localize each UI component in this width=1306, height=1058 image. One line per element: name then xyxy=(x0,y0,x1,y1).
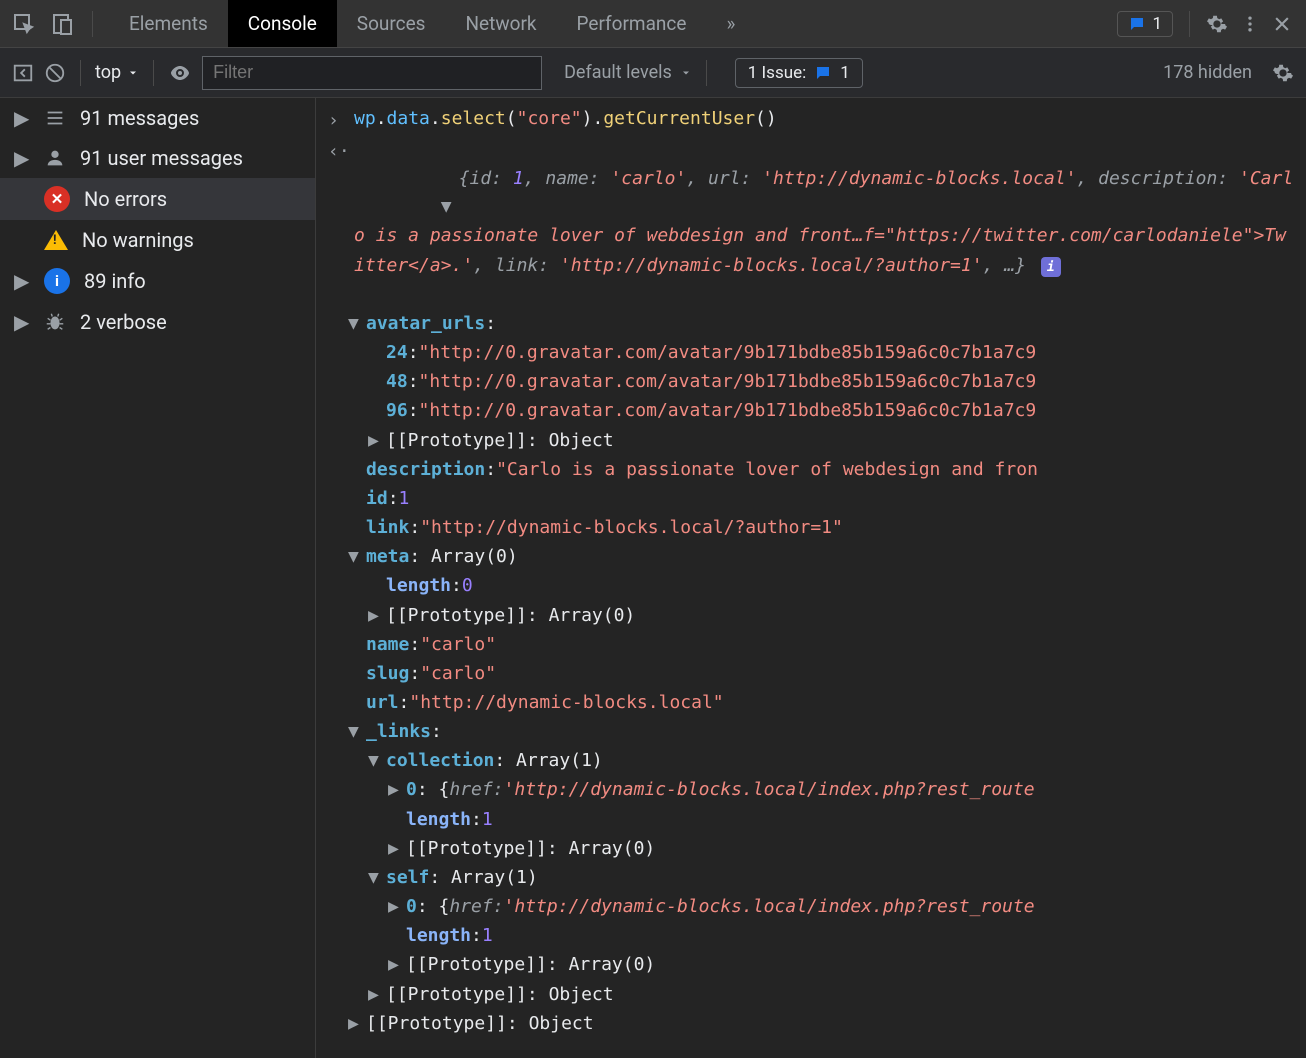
tree-row[interactable]: ▼_links: xyxy=(348,717,1306,746)
tree-row[interactable]: ▶0: {href: 'http://dynamic-blocks.local/… xyxy=(348,775,1306,804)
tree-row[interactable]: ▶[[Prototype]]: Object xyxy=(348,1009,1306,1038)
tree-row[interactable]: ▼collection: Array(1) xyxy=(348,746,1306,775)
tree-row[interactable]: url: "http://dynamic-blocks.local" xyxy=(348,688,1306,717)
tree-row[interactable]: id: 1 xyxy=(348,484,1306,513)
result-icon: ‹· xyxy=(328,135,354,309)
list-icon xyxy=(44,107,66,129)
prompt-icon: › xyxy=(328,104,354,135)
devtools-tabbar: Elements Console Sources Network Perform… xyxy=(0,0,1306,48)
live-expression-icon[interactable] xyxy=(168,61,192,85)
kebab-icon[interactable] xyxy=(1240,14,1260,34)
clear-console-icon[interactable] xyxy=(44,62,66,84)
sidebar-toggle-icon[interactable] xyxy=(12,62,34,84)
tab-network[interactable]: Network xyxy=(445,0,556,47)
tab-more[interactable]: » xyxy=(706,0,755,47)
context-selector[interactable]: top xyxy=(95,62,139,83)
console-toolbar: top Default levels 1 Issue: 1 178 hidden xyxy=(0,48,1306,98)
tree-row[interactable]: link: "http://dynamic-blocks.local/?auth… xyxy=(348,513,1306,542)
settings-icon[interactable] xyxy=(1206,13,1228,35)
object-tree: ▼avatar_urls: 24: "http://0.gravatar.com… xyxy=(316,309,1306,1038)
console-input-row[interactable]: › wp.data.select("core").getCurrentUser(… xyxy=(316,104,1306,135)
info-icon: i xyxy=(44,268,70,294)
device-toggle-icon[interactable] xyxy=(50,12,74,36)
tree-row[interactable]: 96: "http://0.gravatar.com/avatar/9b171b… xyxy=(348,396,1306,425)
tree-row[interactable]: ▶[[Prototype]]: Object xyxy=(348,426,1306,455)
info-badge-icon[interactable]: i xyxy=(1041,257,1061,277)
tree-row[interactable]: ▼avatar_urls: xyxy=(348,309,1306,338)
sidebar-item-verbose[interactable]: ▶ 2 verbose xyxy=(0,302,315,342)
tab-performance[interactable]: Performance xyxy=(557,0,707,47)
tree-row[interactable]: slug: "carlo" xyxy=(348,659,1306,688)
result-preview: ▼{id: 1, name: 'carlo', url: 'http://dyn… xyxy=(354,135,1294,309)
tree-row[interactable]: description: "Carlo is a passionate love… xyxy=(348,455,1306,484)
tree-row[interactable]: ▶[[Prototype]]: Array(0) xyxy=(348,834,1306,863)
bug-icon xyxy=(44,311,66,333)
inspect-icon[interactable] xyxy=(12,12,36,36)
tree-row[interactable]: length: 0 xyxy=(348,571,1306,600)
console-result-row[interactable]: ‹· ▼{id: 1, name: 'carlo', url: 'http://… xyxy=(316,135,1306,309)
chevron-down-icon xyxy=(127,67,139,79)
filter-input[interactable] xyxy=(202,56,542,90)
chevron-down-icon xyxy=(680,67,692,79)
sidebar-item-messages[interactable]: ▶ 91 messages xyxy=(0,98,315,138)
issues-badge[interactable]: 1 xyxy=(1117,11,1173,37)
console-command: wp.data.select("core").getCurrentUser() xyxy=(354,104,1294,135)
sidebar-item-errors[interactable]: ▶ ✕ No errors xyxy=(0,178,315,220)
tree-row[interactable]: ▶0: {href: 'http://dynamic-blocks.local/… xyxy=(348,892,1306,921)
tree-row[interactable]: ▼self: Array(1) xyxy=(348,863,1306,892)
log-levels-selector[interactable]: Default levels xyxy=(564,62,692,83)
tree-row[interactable]: ▼meta: Array(0) xyxy=(348,542,1306,571)
tab-sources[interactable]: Sources xyxy=(337,0,446,47)
hidden-count[interactable]: 178 hidden xyxy=(1163,62,1252,83)
console-output: › wp.data.select("core").getCurrentUser(… xyxy=(316,98,1306,1058)
message-filter-sidebar: ▶ 91 messages ▶ 91 user messages ▶ ✕ No … xyxy=(0,98,316,1058)
tree-row[interactable]: length: 1 xyxy=(348,921,1306,950)
sidebar-item-info[interactable]: ▶ i 89 info xyxy=(0,260,315,302)
tree-row[interactable]: 24: "http://0.gravatar.com/avatar/9b171b… xyxy=(348,338,1306,367)
console-settings-icon[interactable] xyxy=(1272,62,1294,84)
tab-console[interactable]: Console xyxy=(228,0,337,47)
issues-pill[interactable]: 1 Issue: 1 xyxy=(735,58,863,88)
tree-row[interactable]: name: "carlo" xyxy=(348,630,1306,659)
close-icon[interactable] xyxy=(1272,14,1292,34)
tree-row[interactable]: ▶[[Prototype]]: Object xyxy=(348,980,1306,1009)
panel-tabs: Elements Console Sources Network Perform… xyxy=(109,0,755,47)
user-icon xyxy=(44,147,66,169)
tree-row[interactable]: 48: "http://0.gravatar.com/avatar/9b171b… xyxy=(348,367,1306,396)
sidebar-item-warnings[interactable]: ▶ No warnings xyxy=(0,220,315,260)
sidebar-item-user-messages[interactable]: ▶ 91 user messages xyxy=(0,138,315,178)
warning-icon xyxy=(44,230,68,250)
tab-elements[interactable]: Elements xyxy=(109,0,228,47)
error-icon: ✕ xyxy=(44,186,70,212)
tree-row[interactable]: length: 1 xyxy=(348,805,1306,834)
tree-row[interactable]: ▶[[Prototype]]: Array(0) xyxy=(348,950,1306,979)
issues-count: 1 xyxy=(1152,14,1162,34)
tree-row[interactable]: ▶[[Prototype]]: Array(0) xyxy=(348,601,1306,630)
